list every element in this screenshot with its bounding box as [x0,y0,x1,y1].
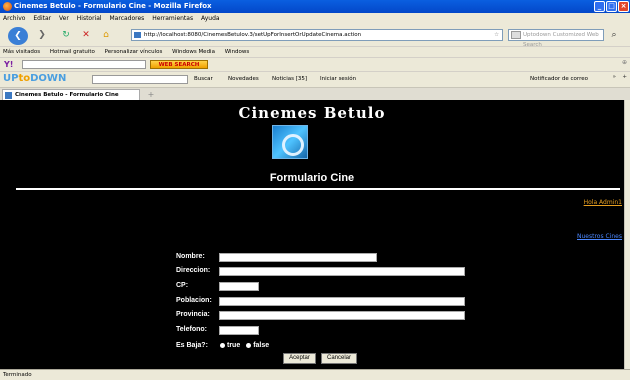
site-icon [134,32,141,38]
menu-historial[interactable]: Historial [77,15,102,22]
uptodown-logo: UPtoDOWN [3,73,67,84]
new-tab-icon[interactable]: + [144,90,158,100]
navigation-bar: ❮ ❯ ↻ ✕ ⌂ http://localhost:8080/CinemesB… [0,24,630,48]
back-icon[interactable]: ❮ [8,27,28,45]
bookmark-hotmail[interactable]: Hotmail gratuito [50,49,95,55]
tab-site-icon [5,92,12,99]
web-search-button[interactable]: WEB SEARCH [150,60,208,69]
close-icon[interactable]: × [618,1,629,12]
yahoo-icon[interactable]: Y! [4,60,13,69]
menu-bar: Archivo Editar Ver Historial Marcadores … [0,13,630,24]
es-baja-radio-group: true false [220,342,269,349]
reload-icon[interactable]: ↻ [58,27,74,43]
label-poblacion: Poblacion: [176,297,212,304]
search-engine-icon[interactable] [511,31,521,39]
novedades-button[interactable]: Novedades [228,75,259,84]
bookmark-personalizar[interactable]: Personalizar vínculos [105,49,163,55]
menu-ayuda[interactable]: Ayuda [201,15,220,22]
yahoo-search-input[interactable] [22,60,146,69]
admin-link[interactable]: Hola Admin1 [584,199,622,206]
home-icon[interactable]: ⌂ [98,27,114,43]
direccion-input[interactable] [219,267,465,276]
url-input[interactable]: http://localhost:8080/CinemesBetulov.3/s… [131,29,503,41]
add-icon[interactable]: + [622,74,627,80]
minimize-icon[interactable]: _ [594,1,605,12]
status-text: Terminado [3,372,32,378]
window-titlebar: Cinemes Betulo - Formulario Cine - Mozil… [0,0,630,13]
buscar-button[interactable]: Buscar [194,75,213,84]
bookmark-windows[interactable]: Windows [225,49,250,55]
search-input[interactable]: Uptodown Customized Web Search [508,29,604,48]
maximize-icon[interactable]: □ [606,1,617,12]
menu-editar[interactable]: Editar [33,15,51,22]
settings-icon[interactable]: ⊕ [622,59,627,66]
page-content: Cinemes Betulo Formulario Cine Hola Admi… [0,100,624,369]
search-icon[interactable]: ⌕ [606,27,622,43]
radio-true-label: true [227,342,241,349]
yahoo-toolbar: Y! WEB SEARCH ⊕ [0,57,630,71]
bookmark-star-icon[interactable]: ☆ [494,30,499,40]
nuestros-cines-link[interactable]: Nuestros Cines [577,233,622,240]
stop-icon[interactable]: ✕ [78,27,94,43]
firefox-icon [3,2,12,11]
cancelar-button[interactable]: Cancelar [321,353,357,364]
menu-marcadores[interactable]: Marcadores [110,15,145,22]
label-nombre: Nombre: [176,253,205,260]
page-scrollbar[interactable] [624,100,630,369]
cp-input[interactable] [219,282,259,291]
label-cp: CP: [176,282,189,289]
forward-icon[interactable]: ❯ [34,27,50,43]
poblacion-input[interactable] [219,297,465,306]
bookmarks-bar: Más visitados Hotmail gratuito Personali… [0,46,630,57]
page-title: Formulario Cine [269,172,355,184]
status-bar: Terminado [0,369,630,380]
label-direccion: Direccion: [176,267,211,274]
film-reel-image [272,125,308,159]
url-text: http://localhost:8080/CinemesBetulov.3/s… [144,32,362,38]
bookmark-windows-media[interactable]: Windows Media [172,49,215,55]
toolbar-search-input[interactable] [92,75,188,84]
radio-false[interactable] [246,342,252,348]
menu-archivo[interactable]: Archivo [3,15,25,22]
window-title: Cinemes Betulo - Formulario Cine - Mozil… [14,2,212,10]
aceptar-button[interactable]: Aceptar [283,353,316,364]
bookmark-mas-visitados[interactable]: Más visitados [3,49,40,55]
label-telefono: Telefono: [176,326,207,333]
telefono-input[interactable] [219,326,259,335]
radio-true[interactable] [220,342,225,348]
menu-ver[interactable]: Ver [59,15,69,22]
provincia-input[interactable] [219,311,465,320]
tab-label: Cinemes Betulo - Formulario Cine [15,92,119,98]
nombre-input[interactable] [219,253,377,262]
menu-herramientas[interactable]: Herramientas [152,15,193,22]
site-banner: Cinemes Betulo [238,104,386,122]
uptodown-toolbar: UPtoDOWN Buscar Novedades Noticias [35] … [0,71,630,87]
notificador-button[interactable]: Notificador de correo [530,75,588,84]
label-es-baja: Es Baja?: [176,342,208,349]
iniciar-sesion-button[interactable]: Iniciar sesión [320,75,356,84]
noticias-button[interactable]: Noticias [35] [272,75,307,84]
radio-false-label: false [253,342,270,349]
divider [16,188,620,190]
tab-bar: Cinemes Betulo - Formulario Cine + [0,87,630,101]
overflow-icon[interactable]: » [613,74,616,80]
label-provincia: Provincia: [176,311,210,318]
